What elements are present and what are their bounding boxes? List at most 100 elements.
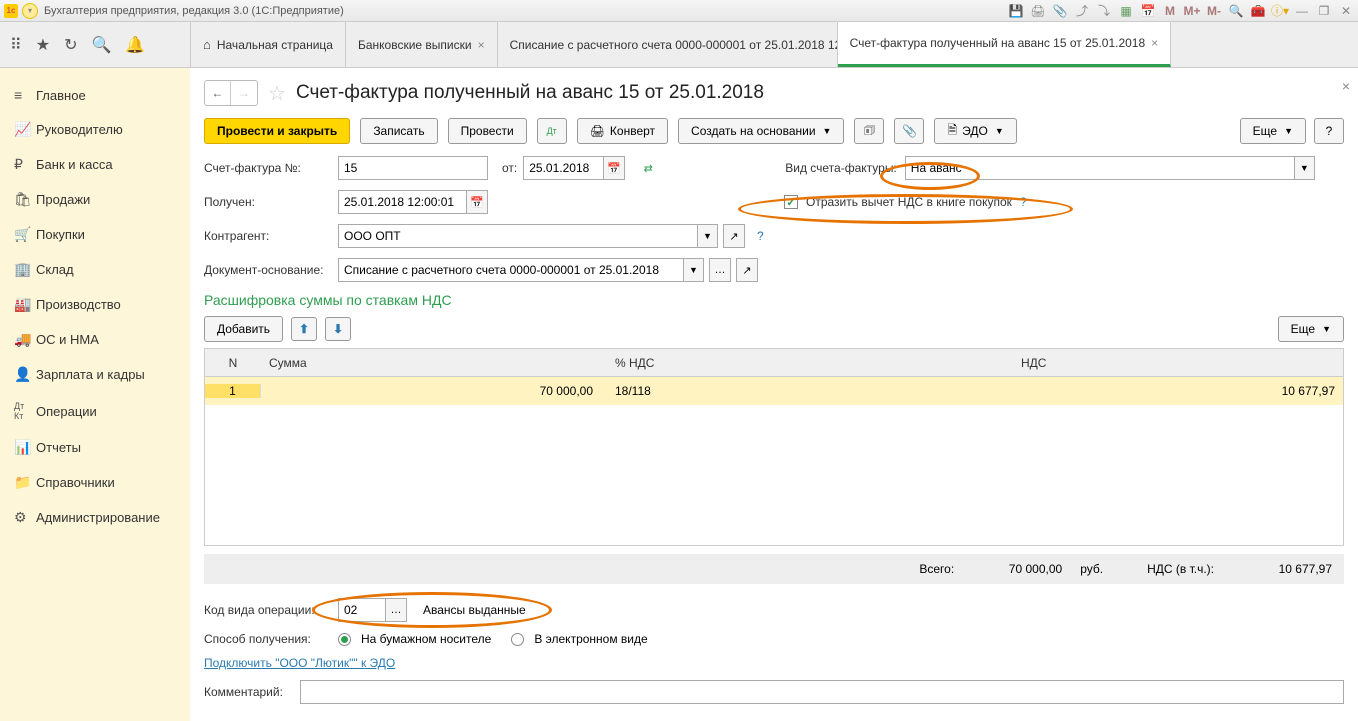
col-n-header[interactable]: N [205, 356, 261, 370]
tab-home[interactable]: ⌂ Начальная страница [190, 22, 346, 67]
bell-icon[interactable]: 🔔 [125, 35, 145, 55]
docbase-input[interactable] [338, 258, 684, 282]
move-down-button[interactable]: ⬇ [325, 317, 351, 341]
tab-close-icon[interactable]: × [478, 38, 485, 52]
sf-number-input[interactable] [338, 156, 488, 180]
ellipsis-button[interactable]: … [385, 598, 407, 622]
bag-icon: 🛍 [14, 191, 36, 208]
help-icon[interactable]: ? [1020, 195, 1027, 209]
open-button[interactable]: ↗ [723, 224, 745, 248]
kind-select[interactable] [905, 156, 1295, 180]
calendar-icon[interactable]: 📅 [1140, 3, 1156, 19]
opcode-input[interactable] [338, 598, 386, 622]
sidebar-item-bank[interactable]: ₽Банк и касса [0, 147, 190, 182]
calendar-icon[interactable]: 📅 [603, 156, 625, 180]
app-logo-icon: 1c [4, 4, 18, 18]
edo-button[interactable]: 🗎ЭДО▼ [934, 118, 1016, 144]
download-icon[interactable]: ⤵ [1096, 3, 1112, 19]
more-button[interactable]: Еще▼ [1240, 118, 1306, 144]
comment-input[interactable] [300, 680, 1344, 704]
close-icon[interactable]: ✕ [1338, 3, 1354, 19]
reflect-vat-label: Отразить вычет НДС в книге покупок [806, 195, 1012, 209]
attach-button[interactable]: 📎 [894, 118, 924, 144]
table-row[interactable]: 1 70 000,00 18/118 10 677,97 [205, 377, 1343, 405]
pin-icon[interactable]: 📎 [1052, 3, 1068, 19]
zoom-icon[interactable]: 🔍 [1228, 3, 1244, 19]
favorite-icon[interactable]: ☆ [268, 81, 286, 106]
chevron-down-icon[interactable]: ▼ [698, 224, 718, 248]
m-plus-icon[interactable]: M+ [1184, 3, 1200, 19]
action-icon[interactable]: ⇄ [637, 156, 659, 180]
tab-bank-statements[interactable]: Банковские выписки × [346, 22, 498, 67]
contragent-input[interactable] [338, 224, 698, 248]
minimize-icon[interactable]: — [1294, 3, 1310, 19]
tools-icon[interactable]: 🧰 [1250, 3, 1266, 19]
info-icon[interactable]: ⓘ▾ [1272, 3, 1288, 19]
chevron-down-icon[interactable]: ▼ [1295, 156, 1315, 180]
received-input[interactable] [338, 190, 466, 214]
tab-write-off[interactable]: Списание с расчетного счета 0000-000001 … [498, 22, 838, 67]
sidebar-label: Банк и касса [36, 157, 113, 172]
sidebar-item-admin[interactable]: ⚙Администрирование [0, 500, 190, 535]
print-icon[interactable]: 🖨 [1030, 3, 1046, 19]
help-button[interactable]: ? [1314, 118, 1344, 144]
sidebar-item-main[interactable]: ≡Главное [0, 78, 190, 112]
search-icon[interactable]: 🔍 [91, 35, 111, 55]
page-close-icon[interactable]: × [1342, 78, 1350, 94]
col-sum-header[interactable]: Сумма [261, 356, 601, 370]
upload-icon[interactable]: ⤴ [1074, 3, 1090, 19]
dropdown-icon[interactable]: ▾ [22, 3, 38, 19]
sidebar-item-manager[interactable]: 📈Руководителю [0, 112, 190, 147]
add-row-button[interactable]: Добавить [204, 316, 283, 342]
move-up-button[interactable]: ⬆ [291, 317, 317, 341]
sf-date-input[interactable] [523, 156, 603, 180]
radio-paper[interactable] [338, 633, 351, 646]
sidebar-item-warehouse[interactable]: 🏢Склад [0, 252, 190, 287]
m-icon[interactable]: M [1162, 3, 1178, 19]
post-and-close-button[interactable]: Провести и закрыть [204, 118, 350, 144]
star-icon[interactable]: ★ [36, 35, 50, 55]
col-nds-header[interactable]: % НДС [601, 356, 1013, 370]
m-minus-icon[interactable]: M- [1206, 3, 1222, 19]
sidebar: ≡Главное 📈Руководителю ₽Банк и касса 🛍Пр… [0, 68, 190, 721]
sidebar-item-production[interactable]: 🏭Производство [0, 287, 190, 322]
sidebar-item-catalogs[interactable]: 📁Справочники [0, 465, 190, 500]
table-icon[interactable]: ▦ [1118, 3, 1134, 19]
sidebar-item-operations[interactable]: ДтКтОперации [0, 392, 190, 430]
calendar-icon[interactable]: 📅 [466, 190, 488, 214]
sidebar-item-reports[interactable]: 📊Отчеты [0, 430, 190, 465]
radio-electronic-label: В электронном виде [534, 632, 647, 646]
main-content: × ← → ☆ Счет-фактура полученный на аванс… [190, 68, 1358, 721]
table-more-button[interactable]: Еще▼ [1278, 316, 1344, 342]
nav-forward-button[interactable]: → [231, 81, 257, 105]
sidebar-item-purchases[interactable]: 🛒Покупки [0, 217, 190, 252]
connect-edo-link[interactable]: Подключить "ООО "Лютик"" к ЭДО [204, 656, 395, 670]
save-icon[interactable]: 💾 [1008, 3, 1024, 19]
create-based-button[interactable]: Создать на основании▼ [678, 118, 844, 144]
ellipsis-button[interactable]: … [709, 258, 731, 282]
nav-back-button[interactable]: ← [205, 81, 231, 105]
restore-icon[interactable]: ❐ [1316, 3, 1332, 19]
reflect-vat-checkbox[interactable]: ✓ [784, 195, 798, 209]
sidebar-item-sales[interactable]: 🛍Продажи [0, 182, 190, 217]
radio-electronic[interactable] [511, 633, 524, 646]
table-empty-area[interactable] [205, 405, 1343, 545]
sidebar-item-assets[interactable]: 🚚ОС и НМА [0, 322, 190, 357]
sidebar-label: Главное [36, 88, 86, 103]
structure-button[interactable]: 🗊 [854, 118, 884, 144]
tab-invoice[interactable]: Счет-фактура полученный на аванс 15 от 2… [838, 22, 1172, 67]
sidebar-item-payroll[interactable]: 👤Зарплата и кадры [0, 357, 190, 392]
tab-close-icon[interactable]: × [1151, 36, 1158, 50]
help-icon[interactable]: ? [757, 229, 764, 243]
history-icon[interactable]: ↻ [64, 35, 77, 55]
sidebar-label: Справочники [36, 475, 115, 490]
chevron-down-icon[interactable]: ▼ [684, 258, 704, 282]
post-button[interactable]: Провести [448, 118, 527, 144]
dtkt-button[interactable]: Дт [537, 118, 567, 144]
write-button[interactable]: Записать [360, 118, 437, 144]
apps-icon[interactable]: ⠿ [10, 35, 22, 55]
col-ndsval-header[interactable]: НДС [1013, 356, 1343, 370]
bars-icon: 📊 [14, 439, 36, 456]
open-button[interactable]: ↗ [736, 258, 758, 282]
convert-button[interactable]: 🖨Конверт [577, 118, 668, 144]
